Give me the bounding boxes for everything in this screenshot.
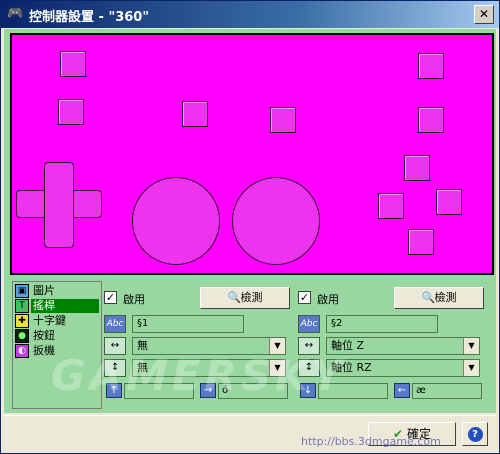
magnifier-icon: 🔍	[421, 291, 436, 304]
dpad-icon: ✚	[15, 314, 29, 328]
window-title: 控制器設置 - "360"	[29, 10, 150, 25]
preview-right-stick[interactable]	[232, 177, 320, 265]
controller-preview	[10, 33, 494, 275]
chevron-down-icon[interactable]: ▼	[269, 338, 285, 354]
left-up-field[interactable]	[124, 383, 194, 399]
joystick-icon: T	[15, 299, 29, 313]
button-icon: ●	[15, 329, 29, 343]
arrow-down-icon: ↓	[300, 383, 316, 398]
tree-item-joystick[interactable]: T 搖桿	[15, 299, 99, 313]
right-y-axis-select[interactable]: 軸位 RZ ▼	[326, 359, 480, 377]
preview-button-rb[interactable]	[418, 53, 444, 79]
help-icon: ?	[467, 427, 483, 442]
picture-icon: ▣	[15, 284, 29, 298]
right-detect-button[interactable]: 🔍檢測	[394, 287, 484, 309]
right-stick-config: ✓ 啟用 🔍檢測 Abc §2 ↔ 軸位 Z ▼ ↕ 軸位 RZ ▼ ↓ ← æ	[298, 287, 488, 407]
left-y-axis-select[interactable]: 無 ▼	[132, 359, 286, 377]
left-enable-checkbox[interactable]: ✓	[104, 291, 117, 304]
tree-item-dpad[interactable]: ✚ 十字鍵	[15, 314, 99, 328]
footer-bar: ✔ 確定 ?	[4, 415, 496, 449]
right-x-axis-select[interactable]: 軸位 Z ▼	[326, 337, 480, 355]
left-right-field[interactable]: ó	[218, 383, 288, 399]
preview-left-stick[interactable]	[132, 177, 220, 265]
tree-item-trigger[interactable]: ◐ 扳機	[15, 344, 99, 358]
left-detect-button[interactable]: 🔍檢測	[200, 287, 290, 309]
chevron-down-icon[interactable]: ▼	[463, 360, 479, 376]
arrow-right-icon: →	[200, 383, 216, 398]
arrow-left-icon: ←	[394, 383, 410, 398]
left-name-input[interactable]: §1	[132, 315, 244, 333]
tree-item-button[interactable]: ● 按鈕	[15, 329, 99, 343]
left-enable-label: 啟用	[123, 293, 145, 306]
ok-button[interactable]: ✔ 確定	[368, 422, 456, 446]
trigger-icon: ◐	[15, 344, 29, 358]
help-button[interactable]: ?	[462, 422, 488, 446]
controller-settings-window: 🎮 控制器設置 - "360" ✕ ▣ 圖片 T 搖桿 ✚ 十字鍵 ● 按鈕 ◐…	[0, 0, 500, 454]
tree-item-picture[interactable]: ▣ 圖片	[15, 284, 99, 298]
preview-dpad-center	[45, 191, 73, 217]
vertical-axis-icon: ↕	[298, 359, 320, 377]
preview-button-rt[interactable]	[418, 107, 444, 133]
vertical-axis-icon: ↕	[104, 359, 126, 377]
text-field-icon: Abc	[104, 315, 126, 333]
client-area: ▣ 圖片 T 搖桿 ✚ 十字鍵 ● 按鈕 ◐ 扳機 ✓ 啟用 🔍檢測 Abc §…	[4, 29, 496, 413]
right-name-input[interactable]: §2	[326, 315, 438, 333]
horizontal-axis-icon: ↔	[298, 337, 320, 355]
chevron-down-icon[interactable]: ▼	[269, 360, 285, 376]
close-button[interactable]: ✕	[474, 5, 494, 24]
arrow-up-icon: ↑	[106, 383, 122, 398]
gamepad-icon: 🎮	[7, 6, 24, 21]
preview-button-x[interactable]	[378, 193, 404, 219]
preview-button-lb[interactable]	[60, 51, 86, 77]
preview-button-start[interactable]	[270, 107, 296, 133]
preview-button-b[interactable]	[436, 189, 462, 215]
right-down-field[interactable]	[318, 383, 388, 399]
preview-button-y[interactable]	[404, 155, 430, 181]
magnifier-icon: 🔍	[227, 291, 242, 304]
right-enable-checkbox[interactable]: ✓	[298, 291, 311, 304]
category-tree: ▣ 圖片 T 搖桿 ✚ 十字鍵 ● 按鈕 ◐ 扳機	[12, 281, 102, 409]
text-field-icon: Abc	[298, 315, 320, 333]
left-x-axis-select[interactable]: 無 ▼	[132, 337, 286, 355]
title-bar[interactable]: 🎮 控制器設置 - "360" ✕	[1, 1, 499, 28]
preview-button-lt[interactable]	[58, 99, 84, 125]
preview-button-a[interactable]	[408, 229, 434, 255]
left-stick-config: ✓ 啟用 🔍檢測 Abc §1 ↔ 無 ▼ ↕ 無 ▼ ↑ → ó	[104, 287, 294, 407]
right-left-field[interactable]: æ	[412, 383, 482, 399]
checkmark-icon: ✔	[392, 427, 404, 441]
right-enable-label: 啟用	[317, 293, 339, 306]
preview-button-back[interactable]	[182, 101, 208, 127]
chevron-down-icon[interactable]: ▼	[463, 338, 479, 354]
horizontal-axis-icon: ↔	[104, 337, 126, 355]
